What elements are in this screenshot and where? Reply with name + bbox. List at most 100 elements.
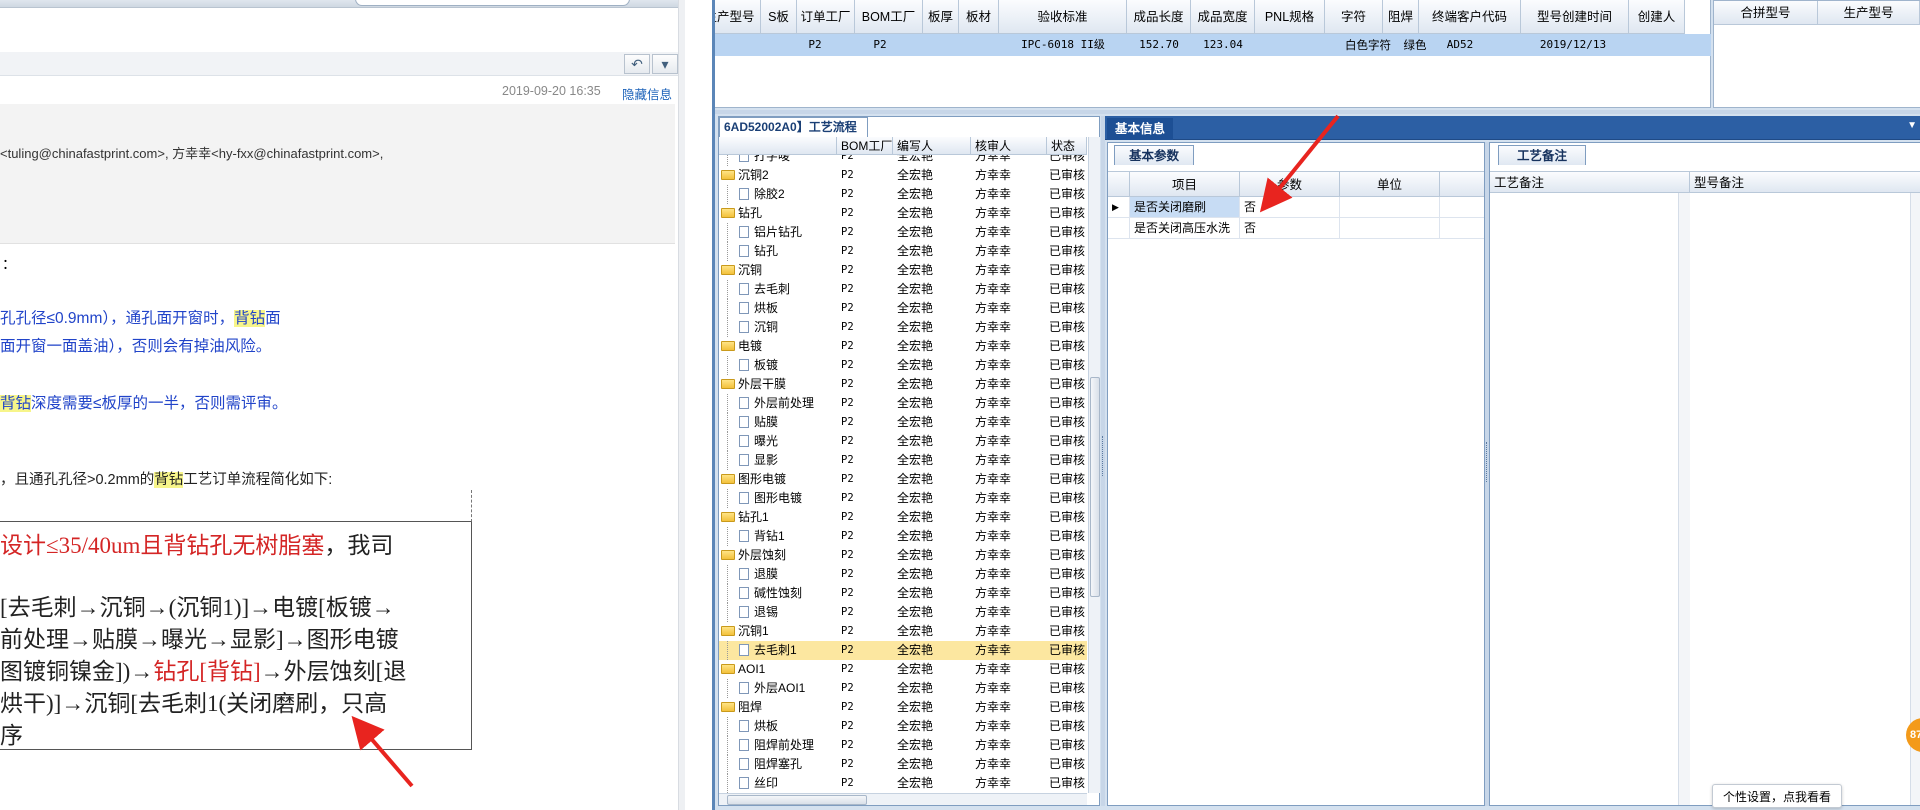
vertical-splitter[interactable] <box>1101 116 1105 806</box>
order-grid-header-cell[interactable]: S板 <box>761 0 797 34</box>
process-tree-row[interactable]: 外层前处理 P2 全宏艳 方幸幸 已审核 <box>719 394 1087 413</box>
params-col-unit[interactable]: 单位 <box>1340 172 1440 198</box>
process-remarks-tab[interactable]: 工艺备注 <box>1498 145 1587 165</box>
process-tree-row[interactable]: 烘板 P2 全宏艳 方幸幸 已审核 <box>719 717 1087 736</box>
remarks-col-process[interactable]: 工艺备注 <box>1490 172 1690 194</box>
process-horizontal-scrollbar[interactable] <box>719 793 1087 805</box>
order-grid-header-cell[interactable]: 板厚 <box>923 0 959 34</box>
process-tree-row[interactable]: 钻孔 P2 全宏艳 方幸幸 已审核 <box>719 204 1087 223</box>
param-row[interactable]: ▶ 是否关闭磨刷否 <box>1108 197 1484 218</box>
order-grid-header-cell[interactable]: 创建人 <box>1629 0 1685 34</box>
remarks-col-model[interactable]: 型号备注 <box>1690 172 1920 194</box>
process-step-label: 钻孔 <box>738 206 763 220</box>
order-grid-header-cell[interactable]: 订单工厂 <box>797 0 855 34</box>
process-col-bom[interactable]: BOM工厂 <box>837 137 893 155</box>
process-tree-row[interactable]: 电镀 P2 全宏艳 方幸幸 已审核 <box>719 337 1087 356</box>
chevron-down-icon[interactable]: ▾ <box>652 54 678 74</box>
process-tree-row[interactable]: 板镀 P2 全宏艳 方幸幸 已审核 <box>719 356 1087 375</box>
process-col-name[interactable] <box>719 137 837 155</box>
side-grid-header[interactable]: 合拼型号 <box>1714 1 1818 25</box>
scroll-thumb[interactable] <box>1090 377 1100 597</box>
process-step-name: 外层干膜 <box>719 375 837 394</box>
personal-settings-tip[interactable]: 个性设置，点我看看 <box>1712 784 1842 808</box>
param-value-cell[interactable]: 否 <box>1240 197 1340 217</box>
process-tree-row[interactable]: 钻孔 P2 全宏艳 方幸幸 已审核 <box>719 242 1087 261</box>
process-reviewer-cell: 方幸幸 <box>975 510 1012 524</box>
process-bom-cell: P2 <box>841 758 854 770</box>
process-tree-row[interactable]: 丝印 P2 全宏艳 方幸幸 已审核 <box>719 774 1087 793</box>
process-tree-row[interactable]: 碱性蚀刻 P2 全宏艳 方幸幸 已审核 <box>719 584 1087 603</box>
order-grid-header-cell[interactable]: 型号创建时间 <box>1521 0 1629 34</box>
process-col-reviewer[interactable]: 核审人 <box>971 137 1047 155</box>
params-col-value[interactable]: 参数 <box>1240 172 1340 198</box>
param-row[interactable]: 是否关闭高压水洗否 <box>1108 218 1484 239</box>
process-col-status[interactable]: 状态 <box>1047 137 1087 155</box>
basic-info-tab[interactable]: 基本信息 <box>1107 118 1174 140</box>
process-col-editor[interactable]: 编写人 <box>893 137 971 155</box>
process-tree-row[interactable]: 退锡 P2 全宏艳 方幸幸 已审核 <box>719 603 1087 622</box>
process-tree-row[interactable]: 烘板 P2 全宏艳 方幸幸 已审核 <box>719 299 1087 318</box>
scroll-thumb[interactable] <box>727 795 867 805</box>
process-step-label: 退锡 <box>754 605 779 619</box>
process-tree-row[interactable]: 外层干膜 P2 全宏艳 方幸幸 已审核 <box>719 375 1087 394</box>
process-tree-row[interactable]: 沉铜1 P2 全宏艳 方幸幸 已审核 <box>719 622 1087 641</box>
order-grid-header-cell[interactable]: 生产型号 <box>715 0 761 34</box>
params-col-item[interactable]: 项目 <box>1130 172 1240 198</box>
basic-params-tab[interactable]: 基本参数 <box>1114 145 1195 165</box>
order-grid-header-cell[interactable]: BOM工厂 <box>855 0 923 34</box>
process-tree-row[interactable]: 除胶2 P2 全宏艳 方幸幸 已审核 <box>719 185 1087 204</box>
email-scrollbar[interactable] <box>678 0 685 810</box>
side-grid-header[interactable]: 生产型号 <box>1818 1 1920 25</box>
process-tree-row[interactable]: 外层AOI1 P2 全宏艳 方幸幸 已审核 <box>719 679 1087 698</box>
process-tree-row[interactable]: AOI1 P2 全宏艳 方幸幸 已审核 <box>719 660 1087 679</box>
tree-guide <box>727 565 728 584</box>
folder-icon <box>721 626 735 636</box>
process-tree-row[interactable]: 阻焊 P2 全宏艳 方幸幸 已审核 <box>719 698 1087 717</box>
order-grid-header-cell[interactable]: 成品宽度 <box>1191 0 1255 34</box>
order-grid-header-cell[interactable]: 字符 <box>1325 0 1383 34</box>
process-tree-row[interactable]: 沉铜2 P2 全宏艳 方幸幸 已审核 <box>719 166 1087 185</box>
process-tree-row[interactable]: 铝片钻孔 P2 全宏艳 方幸幸 已审核 <box>719 223 1087 242</box>
process-tree-row[interactable]: 贴膜 P2 全宏艳 方幸幸 已审核 <box>719 413 1087 432</box>
order-grid-header-cell[interactable]: 阻焊 <box>1383 0 1419 34</box>
process-tree-row[interactable]: 背钻1 P2 全宏艳 方幸幸 已审核 <box>719 527 1087 546</box>
process-status-cell: 已审核 <box>1049 453 1086 467</box>
hide-info-link[interactable]: 隐藏信息 <box>622 84 672 103</box>
order-grid-header-cell[interactable]: PNL规格 <box>1255 0 1325 34</box>
process-step-name: 烘板 <box>719 717 837 736</box>
remarks-scrollbar[interactable] <box>1910 193 1920 805</box>
email-search-input[interactable] <box>355 0 630 6</box>
process-tree-row[interactable]: 图形电镀 P2 全宏艳 方幸幸 已审核 <box>719 470 1087 489</box>
tree-guide <box>727 603 728 622</box>
process-vertical-scrollbar[interactable] <box>1088 137 1100 793</box>
process-status-cell: 已审核 <box>1049 586 1086 600</box>
process-status-cell: 已审核 <box>1049 206 1086 220</box>
process-step-label: 阻焊塞孔 <box>754 757 803 771</box>
process-tree-row[interactable]: 外层蚀刻 P2 全宏艳 方幸幸 已审核 <box>719 546 1087 565</box>
process-tree-row[interactable]: 沉铜 P2 全宏艳 方幸幸 已审核 <box>719 261 1087 280</box>
collapse-icon[interactable]: ▼ <box>1907 120 1917 131</box>
process-flow-tab[interactable]: 6AD52002A0】工艺流程 <box>719 117 868 137</box>
process-tree-row[interactable]: 阻焊塞孔 P2 全宏艳 方幸幸 已审核 <box>719 755 1087 774</box>
param-value-cell[interactable]: 否 <box>1240 218 1340 238</box>
remarks-scrollbar[interactable] <box>1678 193 1690 805</box>
order-grid-header-cell[interactable]: 成品长度 <box>1127 0 1191 34</box>
process-tree-row[interactable]: 沉铜 P2 全宏艳 方幸幸 已审核 <box>719 318 1087 337</box>
process-tree-row[interactable]: 退膜 P2 全宏艳 方幸幸 已审核 <box>719 565 1087 584</box>
process-tree-row[interactable]: 去毛刺1 P2 全宏艳 方幸幸 已审核 <box>719 641 1087 660</box>
order-grid-header-cell[interactable]: 验收标准 <box>999 0 1127 34</box>
process-tree-row[interactable]: 曝光 P2 全宏艳 方幸幸 已审核 <box>719 432 1087 451</box>
horizontal-splitter[interactable] <box>715 110 1920 114</box>
process-tree-row[interactable]: 显影 P2 全宏艳 方幸幸 已审核 <box>719 451 1087 470</box>
process-tree-row[interactable]: 打字唛 P2 全宏艳 方幸幸 已审核 <box>719 155 1087 166</box>
process-remarks-panel: 工艺备注 工艺备注 型号备注 <box>1489 142 1920 806</box>
order-grid-row[interactable]: P2 P2 IPC-6018 II级 152.70 123.04 白色字符 绿色… <box>715 34 1711 56</box>
process-tree-row[interactable]: 图形电镀 P2 全宏艳 方幸幸 已审核 <box>719 489 1087 508</box>
email-text: 深度需要≤板厚的一半，否则需评审。 <box>31 395 288 412</box>
process-tree-row[interactable]: 去毛刺 P2 全宏艳 方幸幸 已审核 <box>719 280 1087 299</box>
order-grid-header-cell[interactable]: 终端客户代码 <box>1419 0 1521 34</box>
process-tree-row[interactable]: 钻孔1 P2 全宏艳 方幸幸 已审核 <box>719 508 1087 527</box>
order-grid-header-cell[interactable]: 板材 <box>959 0 999 34</box>
process-tree-row[interactable]: 阻焊前处理 P2 全宏艳 方幸幸 已审核 <box>719 736 1087 755</box>
reply-icon[interactable]: ↶ <box>624 54 650 74</box>
